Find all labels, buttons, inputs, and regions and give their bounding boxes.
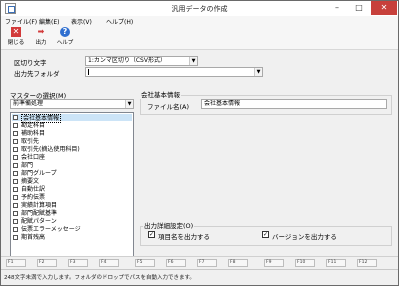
- list-item[interactable]: 部門グループ: [12, 170, 132, 177]
- filename-input[interactable]: 会社基本情報: [201, 99, 387, 109]
- list-checkbox[interactable]: [13, 187, 18, 192]
- menu-bar: ファイル(F) 編集(E) 表示(V) ヘルプ(H): [1, 16, 398, 26]
- menu-help[interactable]: ヘルプ(H): [106, 17, 133, 26]
- fkey-f11[interactable]: F11: [326, 259, 346, 267]
- fkey-f6[interactable]: F6: [166, 259, 186, 267]
- menu-file[interactable]: ファイル(F): [5, 17, 37, 26]
- fkey-f7[interactable]: F7: [197, 259, 217, 267]
- list-checkbox[interactable]: [13, 139, 18, 144]
- output-folder-label: 出力先フォルダ: [14, 70, 60, 78]
- output-settings-title: 出力詳細設定(O): [143, 220, 195, 230]
- list-item[interactable]: 勘定科目: [12, 122, 132, 129]
- list-checkbox[interactable]: [13, 171, 18, 176]
- list-item[interactable]: 期首残高: [12, 234, 132, 241]
- fkey-f9[interactable]: F9: [264, 259, 284, 267]
- menu-edit[interactable]: 編集(E): [39, 17, 59, 26]
- fkey-f2[interactable]: F2: [37, 259, 57, 267]
- fkey-f8[interactable]: F8: [228, 259, 248, 267]
- filename-value: 会社基本情報: [204, 100, 241, 107]
- list-checkbox[interactable]: [13, 235, 18, 240]
- chevron-down-icon[interactable]: ▼: [125, 100, 133, 108]
- app-window: 汎用データの作成 – □ ✕ ファイル(F) 編集(E) 表示(V) ヘルプ(H…: [0, 0, 399, 286]
- list-checkbox[interactable]: [13, 219, 18, 224]
- filename-label: ファイル名(A): [147, 103, 190, 111]
- fkey-f3[interactable]: F3: [68, 259, 88, 267]
- status-text: 248文字未満で入力します。フォルダのドロップでパスを自動入力できます。: [4, 275, 195, 281]
- list-checkbox[interactable]: [13, 131, 18, 136]
- close-button[interactable]: ✕ 閉じる: [6, 27, 26, 49]
- list-checkbox[interactable]: [13, 211, 18, 216]
- delimiter-label: 区切り文字: [14, 59, 47, 67]
- function-key-bar: F1 F2 F3 F4 F5 F6 F7 F8 F9 F10 F11 F12: [1, 256, 398, 268]
- list-checkbox[interactable]: [13, 203, 18, 208]
- close-label: 閉じる: [7, 40, 25, 46]
- list-checkbox[interactable]: [13, 123, 18, 128]
- output-label: 出力: [35, 40, 47, 46]
- list-item[interactable]: 伝票エラーメッセージ: [12, 226, 132, 233]
- master-list[interactable]: 会社基本情報 勘定科目 補助科目 取引先 取引先(摘込使用科目) 会社口座 部門…: [10, 112, 134, 257]
- list-item[interactable]: 補助科目: [12, 130, 132, 137]
- item-name-label: 項目名を出力する: [158, 233, 210, 241]
- list-checkbox[interactable]: [13, 147, 18, 152]
- text-caret: [88, 69, 89, 75]
- fkey-f4[interactable]: F4: [99, 259, 119, 267]
- list-item[interactable]: 配賦パターン: [12, 218, 132, 225]
- output-arrow-icon: ➡: [37, 27, 45, 36]
- title-bar: 汎用データの作成 – □ ✕: [1, 1, 398, 16]
- fkey-f1[interactable]: F1: [6, 259, 26, 267]
- fkey-f5[interactable]: F5: [135, 259, 155, 267]
- menu-view[interactable]: 表示(V): [71, 17, 92, 26]
- help-label: ヘルプ: [56, 40, 74, 46]
- minimize-button[interactable]: –: [328, 1, 346, 15]
- chevron-down-icon[interactable]: ▼: [254, 68, 262, 76]
- version-label: バージョンを出力する: [272, 233, 337, 241]
- list-item[interactable]: 取引先(摘込使用科目): [12, 146, 132, 153]
- list-checkbox[interactable]: [13, 227, 18, 232]
- info-group-title: 会社基本情報: [140, 89, 181, 99]
- toolbar: ✕ 閉じる ➡ 出力 ? ヘルプ: [1, 26, 398, 50]
- master-category-select[interactable]: 前準備処理 ▼: [10, 99, 134, 109]
- version-checkbox[interactable]: ✓: [262, 231, 269, 238]
- list-item[interactable]: 部門: [12, 162, 132, 169]
- list-item[interactable]: 部門配賦基準: [12, 210, 132, 217]
- master-category-value: 前準備処理: [13, 100, 44, 107]
- fkey-f10[interactable]: F10: [295, 259, 315, 267]
- list-item[interactable]: 会社口座: [12, 154, 132, 161]
- list-checkbox[interactable]: [13, 163, 18, 168]
- close-window-button[interactable]: ✕: [371, 1, 397, 15]
- list-item[interactable]: 会社基本情報: [12, 114, 132, 123]
- list-item[interactable]: 自動仕訳: [12, 186, 132, 193]
- list-item[interactable]: 実績計算項目: [12, 202, 132, 209]
- list-checkbox[interactable]: [13, 115, 18, 120]
- close-icon: ✕: [11, 27, 21, 37]
- delimiter-select[interactable]: 1:カンマ区切り（CSV形式） ▼: [85, 56, 198, 66]
- delimiter-value: 1:カンマ区切り（CSV形式）: [88, 57, 166, 64]
- list-checkbox[interactable]: [13, 195, 18, 200]
- fkey-f12[interactable]: F12: [357, 259, 377, 267]
- list-checkbox[interactable]: [13, 179, 18, 184]
- item-name-checkbox[interactable]: ✓: [148, 231, 155, 238]
- output-folder-input[interactable]: ▼: [85, 67, 263, 77]
- list-item[interactable]: 摘要文: [12, 178, 132, 185]
- output-button[interactable]: ➡ 出力: [31, 27, 51, 49]
- list-checkbox[interactable]: [13, 155, 18, 160]
- list-item[interactable]: 予約伝票: [12, 194, 132, 201]
- help-button[interactable]: ? ヘルプ: [55, 27, 75, 49]
- status-bar: 248文字未満で入力します。フォルダのドロップでパスを自動入力できます。: [1, 269, 398, 285]
- chevron-down-icon[interactable]: ▼: [189, 57, 197, 65]
- list-item[interactable]: 取引先: [12, 138, 132, 145]
- maximize-button[interactable]: □: [350, 1, 368, 15]
- help-icon: ?: [60, 27, 70, 37]
